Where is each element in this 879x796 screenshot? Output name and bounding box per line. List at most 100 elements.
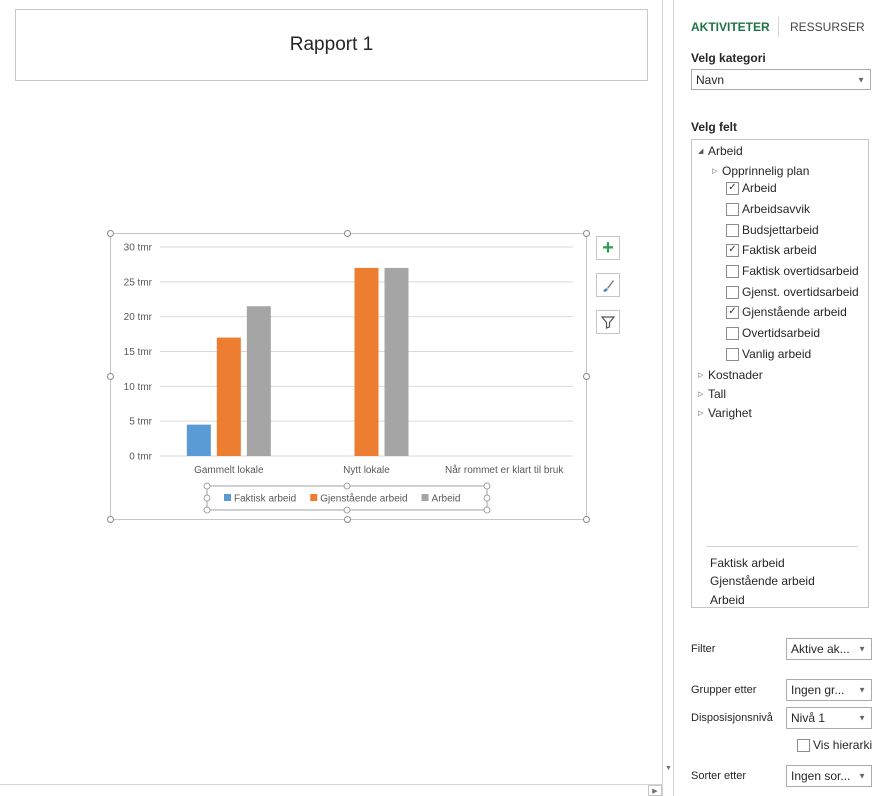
- tree-group-kostnader[interactable]: ▷ Kostnader: [698, 367, 763, 383]
- selected-field[interactable]: Gjenstående arbeid: [710, 574, 815, 588]
- report-title-box[interactable]: Rapport 1: [15, 9, 648, 81]
- show-hierarchy-option[interactable]: Vis hierarki: [797, 737, 872, 753]
- field-label: Faktisk overtidsarbeid: [742, 264, 859, 278]
- checkbox[interactable]: [726, 202, 739, 216]
- chevron-down-icon: ▼: [858, 644, 866, 654]
- expanded-triangle-icon: ◢: [698, 148, 704, 155]
- chart-resize-handle[interactable]: [583, 373, 590, 380]
- chevron-down-icon: ▼: [858, 771, 866, 781]
- field-checkbox-item[interactable]: Vanlig arbeid: [726, 346, 811, 362]
- tree-group-tall[interactable]: ▷ Tall: [698, 386, 726, 402]
- field-checkbox-item[interactable]: Gjenst. overtidsarbeid: [726, 284, 859, 300]
- y-tick-label: 5 tmr: [129, 417, 152, 428]
- x-tick-label: Når rommet er klart til bruk: [445, 464, 564, 476]
- y-tick-label: 30 tmr: [124, 243, 153, 254]
- field-label: Arbeidsavvik: [742, 202, 811, 216]
- add-chart-element-button[interactable]: +: [596, 236, 620, 260]
- field-checkbox-item[interactable]: ✓ Faktisk arbeid: [726, 242, 817, 258]
- tree-group-varighet[interactable]: ▷ Varighet: [698, 405, 752, 421]
- chart-resize-handle[interactable]: [344, 230, 351, 237]
- fields-label: Velg felt: [691, 120, 738, 134]
- collapsed-triangle-icon: ▷: [712, 168, 718, 175]
- y-tick-label: 0 tmr: [129, 452, 152, 463]
- checkbox-checked[interactable]: ✓: [726, 305, 739, 319]
- category-value: Navn: [696, 72, 725, 87]
- field-checkbox-item[interactable]: Faktisk overtidsarbeid: [726, 263, 859, 279]
- x-tick-label: Nytt lokale: [343, 465, 390, 476]
- legend-handle: [483, 482, 491, 490]
- filter-icon: [600, 316, 616, 329]
- chart-resize-handle[interactable]: [107, 516, 114, 523]
- chart-styles-button[interactable]: [596, 273, 620, 297]
- chart-resize-handle[interactable]: [344, 516, 351, 523]
- vertical-scrollbar[interactable]: ▼: [662, 0, 674, 796]
- legend-swatch: [310, 494, 318, 501]
- category-dropdown[interactable]: Navn ▼: [691, 69, 871, 90]
- fields-list[interactable]: ◢ Arbeid ▷ Opprinnelig plan ✓ Arbeid Arb…: [691, 139, 869, 608]
- checkbox[interactable]: [726, 223, 739, 237]
- chart-resize-handle[interactable]: [583, 516, 590, 523]
- scroll-down-button[interactable]: ▼: [663, 762, 674, 774]
- field-checkbox-item[interactable]: ✓ Gjenstående arbeid: [726, 304, 847, 320]
- x-tick-label: Gammelt lokale: [194, 465, 264, 476]
- checkbox[interactable]: [726, 326, 739, 340]
- show-hierarchy-label: Vis hierarki: [813, 738, 873, 752]
- bar: [384, 267, 409, 456]
- legend-handle: [203, 506, 211, 514]
- tab-aktiviteter[interactable]: AKTIVITETER: [691, 20, 770, 34]
- tree-label: Tall: [708, 387, 727, 401]
- legend-handle: [203, 494, 211, 502]
- outline-level-value: Nivå 1: [791, 711, 826, 725]
- field-checkbox-item[interactable]: Budsjettarbeid: [726, 222, 819, 238]
- field-checkbox-item[interactable]: ✓ Arbeid: [726, 180, 777, 196]
- checkbox[interactable]: [726, 264, 739, 278]
- legend-label: Arbeid: [432, 494, 461, 505]
- chevron-down-icon: ▼: [857, 75, 865, 84]
- tab-ressurser[interactable]: RESSURSER: [790, 20, 865, 34]
- report-title: Rapport 1: [289, 34, 374, 55]
- tree-label: Kostnader: [708, 368, 763, 382]
- selected-field[interactable]: Arbeid: [710, 593, 745, 607]
- outline-level-dropdown[interactable]: Nivå 1 ▼: [786, 707, 872, 729]
- chevron-down-icon: ▼: [858, 685, 866, 695]
- legend-handle: [483, 506, 491, 514]
- tree-label: Arbeid: [708, 144, 743, 158]
- brush-icon: [603, 280, 614, 292]
- chart-resize-handle[interactable]: [107, 373, 114, 380]
- checkbox[interactable]: [726, 285, 739, 299]
- filter-dropdown[interactable]: Aktive ak... ▼: [786, 638, 872, 660]
- outline-level-label: Disposisjonsnivå: [691, 712, 773, 724]
- chart-filters-button[interactable]: [596, 310, 620, 334]
- filter-label: Filter: [691, 643, 716, 655]
- report-canvas: Rapport 1 0 tmr 5 tmr 10 tmr 15 tmr 20 tmr 25…: [0, 0, 662, 796]
- chart-resize-handle[interactable]: [107, 230, 114, 237]
- collapsed-triangle-icon: ▷: [698, 372, 704, 379]
- field-checkbox-item[interactable]: Overtidsarbeid: [726, 325, 820, 341]
- y-tick-label: 25 tmr: [124, 277, 153, 288]
- sort-by-dropdown[interactable]: Ingen sor... ▼: [786, 765, 872, 787]
- scroll-right-button[interactable]: ▶: [648, 785, 662, 796]
- tree-group-opprinnelig-plan[interactable]: ▷ Opprinnelig plan: [712, 163, 809, 179]
- checkbox-checked[interactable]: ✓: [726, 181, 739, 195]
- field-list-pane: AKTIVITETER RESSURSER Velg kategori Navn…: [676, 0, 879, 796]
- checkbox[interactable]: [726, 347, 739, 361]
- checkbox-checked[interactable]: ✓: [726, 243, 739, 257]
- legend-handle: [483, 494, 491, 502]
- y-tick-label: 20 tmr: [124, 312, 153, 323]
- sort-by-label: Sorter etter: [691, 770, 747, 782]
- group-by-dropdown[interactable]: Ingen gr... ▼: [786, 679, 872, 701]
- legend-label: Faktisk arbeid: [234, 494, 296, 505]
- field-label: Gjenstående arbeid: [742, 305, 847, 319]
- field-checkbox-item[interactable]: Arbeidsavvik: [726, 201, 810, 217]
- chevron-down-icon: ▼: [858, 713, 866, 723]
- horizontal-scrollbar-track[interactable]: [0, 784, 662, 785]
- bar-chart[interactable]: 0 tmr 5 tmr 10 tmr 15 tmr 20 tmr 25 tmr 30 tmr…: [110, 233, 587, 520]
- selected-field[interactable]: Faktisk arbeid: [710, 556, 785, 570]
- tree-label: Varighet: [708, 406, 752, 420]
- checkbox[interactable]: [797, 738, 810, 752]
- field-label: Vanlig arbeid: [742, 347, 812, 361]
- chart-resize-handle[interactable]: [583, 230, 590, 237]
- group-by-label: Grupper etter: [691, 684, 757, 696]
- legend-swatch: [421, 494, 429, 501]
- tree-group-arbeid[interactable]: ◢ Arbeid: [698, 143, 743, 159]
